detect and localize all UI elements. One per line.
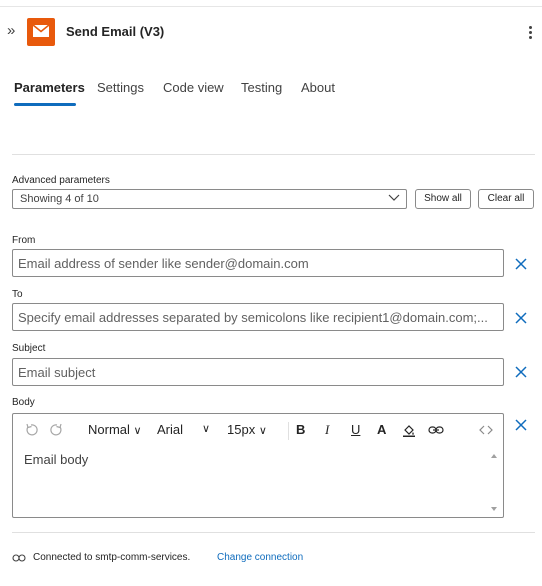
collapse-panel-icon[interactable]: »	[7, 23, 21, 39]
connection-status-text: Connected to smtp-comm-services.	[33, 552, 191, 563]
italic-button[interactable]: I	[325, 422, 329, 438]
font-size-dropdown[interactable]: 15px ∨	[227, 422, 267, 437]
subject-field[interactable]	[12, 358, 504, 386]
email-icon	[27, 18, 55, 46]
body-placeholder[interactable]: Email body	[24, 452, 88, 467]
from-input[interactable]	[13, 250, 503, 276]
advanced-parameters-select[interactable]: Showing 4 of 10	[12, 189, 407, 209]
top-border	[0, 0, 542, 7]
undo-icon[interactable]	[24, 423, 38, 437]
bold-button[interactable]: B	[296, 422, 305, 437]
tab-parameters[interactable]: Parameters	[14, 80, 85, 95]
remove-from-icon[interactable]	[514, 257, 528, 271]
font-family-value: Arial	[157, 422, 184, 437]
subject-label: Subject	[12, 343, 46, 354]
chevron-down-icon: ∨	[258, 425, 267, 437]
link-icon[interactable]	[428, 424, 444, 436]
underline-button[interactable]: U	[351, 422, 360, 437]
action-title: Send Email (V3)	[66, 24, 165, 39]
scroll-up-arrow[interactable]	[491, 454, 497, 458]
remove-to-icon[interactable]	[514, 311, 528, 325]
redo-icon[interactable]	[50, 423, 64, 437]
to-label: To	[12, 289, 23, 300]
tab-testing[interactable]: Testing	[241, 80, 282, 95]
paragraph-style-dropdown[interactable]: Normal ∨	[88, 422, 142, 437]
connection-icon	[12, 554, 26, 562]
font-family-dropdown[interactable]: Arial ∨	[157, 422, 210, 437]
chevron-down-icon	[388, 194, 400, 201]
more-options-icon[interactable]	[524, 20, 538, 44]
action-header: » Send Email (V3)	[0, 14, 542, 50]
font-color-button[interactable]: A	[377, 422, 386, 437]
divider	[12, 532, 535, 533]
advanced-parameters-label: Advanced parameters	[12, 175, 110, 186]
divider	[12, 154, 535, 155]
highlight-icon[interactable]	[402, 423, 416, 437]
subject-input[interactable]	[13, 359, 503, 385]
change-connection-link[interactable]: Change connection	[217, 552, 303, 563]
font-size-value: 15px	[227, 422, 256, 437]
clear-all-button[interactable]: Clear all	[478, 189, 534, 209]
toolbar-separator	[288, 422, 289, 440]
tab-settings[interactable]: Settings	[97, 80, 144, 95]
to-field[interactable]	[12, 303, 504, 331]
paragraph-style-value: Normal	[88, 422, 130, 437]
tab-about[interactable]: About	[301, 80, 335, 95]
chevron-down-icon: ∨	[133, 425, 142, 437]
show-all-button[interactable]: Show all	[415, 189, 471, 209]
active-tab-indicator	[14, 103, 76, 106]
tab-code-view[interactable]: Code view	[163, 80, 224, 95]
body-editor[interactable]: Normal ∨ Arial ∨ 15px ∨ B I U A Email bo	[12, 413, 504, 518]
to-input[interactable]	[13, 304, 503, 330]
remove-body-icon[interactable]	[514, 418, 528, 432]
select-value: Showing 4 of 10	[20, 193, 99, 205]
from-field[interactable]	[12, 249, 504, 277]
editor-toolbar: Normal ∨ Arial ∨ 15px ∨ B I U A	[13, 414, 503, 448]
scroll-down-arrow[interactable]	[491, 507, 497, 511]
from-label: From	[12, 235, 36, 246]
remove-subject-icon[interactable]	[514, 365, 528, 379]
chevron-down-icon: ∨	[202, 423, 211, 435]
code-icon[interactable]	[479, 424, 493, 436]
body-label: Body	[12, 397, 35, 408]
